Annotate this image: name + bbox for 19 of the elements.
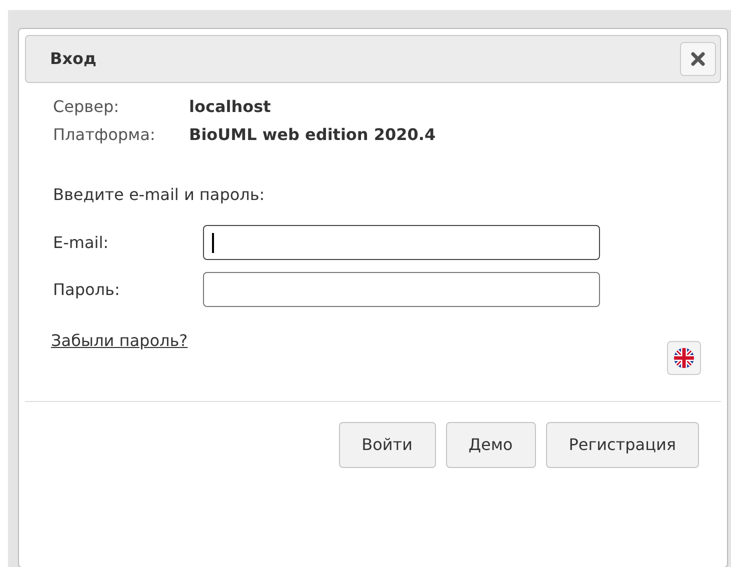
- dialog-button[interactable]: Войти: [338, 422, 436, 468]
- info-value: localhost: [189, 96, 271, 118]
- login-prompt: Введите e-mail и пароль:: [53, 184, 266, 203]
- input-field[interactable]: [203, 272, 600, 307]
- forgot-password-link[interactable]: Забыли пароль?: [51, 329, 188, 353]
- field-label: Пароль:: [53, 278, 121, 300]
- input-field[interactable]: [203, 225, 600, 260]
- language-button[interactable]: [667, 341, 701, 375]
- field-label: E-mail:: [53, 232, 110, 254]
- dialog-button[interactable]: Регистрация: [546, 422, 699, 468]
- flag-icon: [673, 347, 695, 369]
- info-label: Сервер:: [53, 96, 120, 118]
- close-button[interactable]: [680, 42, 716, 76]
- dialog-title: Вход: [50, 48, 96, 70]
- text-cursor: [212, 232, 214, 252]
- close-icon: [691, 52, 705, 66]
- info-value: BioUML web edition 2020.4: [189, 124, 436, 146]
- info-label: Платформа:: [53, 124, 156, 146]
- dialog-button[interactable]: Демо: [446, 422, 536, 468]
